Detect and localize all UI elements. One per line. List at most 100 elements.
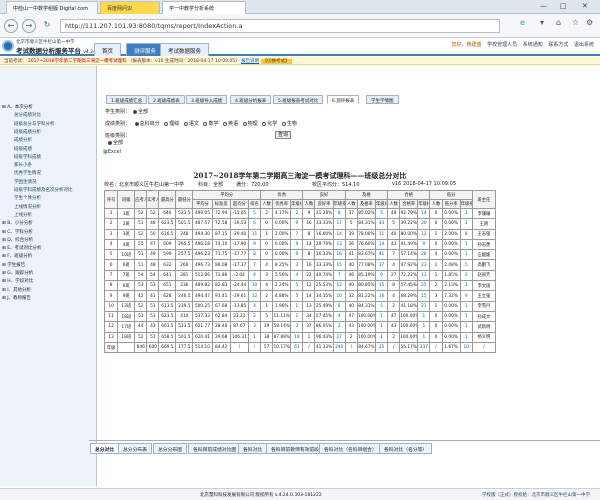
radio-icon[interactable] xyxy=(108,140,112,145)
report-notes-link[interactable]: 报告说明 xyxy=(241,59,259,64)
table-cell: 106.31 xyxy=(229,331,249,343)
home-icon[interactable]: ⌂ xyxy=(556,18,561,27)
ie-logo-icon[interactable]: e xyxy=(520,18,525,27)
subject-option[interactable]: 化学 xyxy=(267,121,277,127)
sidebar-item[interactable]: 学困生情况 xyxy=(14,179,37,185)
table-cell: 53 xyxy=(146,280,160,292)
subject-option[interactable]: 英语 xyxy=(228,121,238,127)
sidebar-item[interactable]: ⊞ C、学科分析 xyxy=(2,229,33,235)
header-cell: 人数 xyxy=(344,199,358,209)
sidebar-item[interactable]: 优秀学生情况 xyxy=(14,170,41,176)
subject-option[interactable]: 语文 xyxy=(189,121,199,127)
bottom-tab[interactable]: 总分分布图 xyxy=(153,443,187,454)
table-cell: 0.00% xyxy=(272,218,292,230)
sidebar-item[interactable]: 总分成绩对比 xyxy=(14,112,41,118)
radio-icon[interactable] xyxy=(262,121,267,126)
subject-option[interactable]: 数学 xyxy=(208,121,218,127)
radio-icon[interactable] xyxy=(242,121,247,126)
forward-icon[interactable]: → xyxy=(22,19,36,33)
report-tab-4[interactable]: 4.班级分析报表 xyxy=(230,95,272,104)
sidebar-item[interactable]: 成绩分析 xyxy=(14,137,32,143)
report-tab-2[interactable]: 2.班级成绩表 xyxy=(148,95,185,104)
bottom-tab[interactable]: 总分分布表 xyxy=(118,443,152,454)
sidebar-item[interactable]: ⊞ H、学段对比 xyxy=(2,278,33,284)
nav-tab-exam-data[interactable]: 考试数据服务 xyxy=(160,43,210,56)
nav-tab-assessment[interactable]: 测评服务 xyxy=(126,43,165,56)
chevron-down-icon[interactable]: ▾ xyxy=(540,18,544,27)
sidebar-item[interactable]: 上线分析 xyxy=(14,212,32,218)
sidebar-item[interactable]: 上线情况分析 xyxy=(14,204,41,210)
sidebar-item[interactable]: ⊞ D、综合分析 xyxy=(2,237,33,243)
sidebar-item[interactable]: 班级学科成绩 xyxy=(14,154,41,160)
query-button[interactable]: 查询 xyxy=(275,131,291,139)
radio-icon[interactable] xyxy=(203,121,208,126)
bottom-tab[interactable]: 各科对比 xyxy=(238,443,268,454)
current-exam-label: 当前考试： xyxy=(4,59,27,64)
radio-icon[interactable] xyxy=(183,121,188,126)
radio-icon[interactable] xyxy=(133,109,138,114)
sidebar-item[interactable]: ⊞ J、教师报告 xyxy=(2,295,31,301)
radio-icon[interactable] xyxy=(223,121,228,126)
browser-tab-badge[interactable]: 百度网问识 xyxy=(100,1,160,14)
sidebar-item[interactable]: ⊞ I、其他分析 xyxy=(2,287,31,293)
browser-tab[interactable]: 中检山一中数学组版 Digital com xyxy=(6,1,98,14)
minimize-icon[interactable]: — xyxy=(540,2,547,10)
table-cell: 76.60% xyxy=(356,238,376,251)
excel-export-button[interactable]: ▦Excel xyxy=(103,149,121,155)
report-tab-3[interactable]: 3.班级导入成绩 xyxy=(186,95,228,104)
sidebar-item-label: 总分成绩对比 xyxy=(14,113,41,119)
logout-link[interactable]: 退出系统 xyxy=(574,42,594,48)
star-icon[interactable]: ☆ xyxy=(572,18,579,27)
table-cell: 李珊珊 xyxy=(471,207,497,220)
table-cell: 623.5 xyxy=(158,218,177,230)
nav-tab-home[interactable]: 首页 xyxy=(94,43,122,56)
url-input[interactable]: http://111.207.101.93:8080/tqms/report/I… xyxy=(60,19,500,33)
subject-option[interactable]: 总科目分 xyxy=(140,121,160,127)
report-tab-5[interactable]: 5.班级报表考试对比 xyxy=(273,95,324,104)
subject-option[interactable]: 生物 xyxy=(287,121,297,127)
table-cell: 641 xyxy=(158,269,177,282)
table-cell: 4 xyxy=(260,259,274,271)
report-tab-6[interactable]: 6.测评报表 xyxy=(327,95,360,104)
maximize-icon[interactable]: □ xyxy=(560,2,567,10)
sidebar-item[interactable]: 家长小条 xyxy=(14,162,32,168)
sidebar-item[interactable]: ⊞ G、跟踪分析 xyxy=(2,270,33,276)
table-cell: 12 xyxy=(247,290,262,302)
table-cell: 1 xyxy=(260,300,274,312)
refresh-icon[interactable]: ↻ xyxy=(40,19,54,33)
gear-icon[interactable]: ⚙ xyxy=(586,18,593,27)
table-cell: 5 xyxy=(344,218,358,230)
sidebar-item-label: J、教师报告 xyxy=(7,295,32,301)
close-icon[interactable]: ✕ xyxy=(582,2,588,10)
radio-icon[interactable] xyxy=(281,121,286,126)
student-type-option[interactable]: 全部 xyxy=(138,109,148,115)
subject-option[interactable]: 理综 xyxy=(169,121,179,127)
report-tab-7[interactable]: 学生学情图 xyxy=(366,95,399,104)
bottom-tab[interactable]: 各科目前成绩对比图 xyxy=(188,443,242,454)
sidebar-item[interactable]: 班级成绩 xyxy=(14,146,32,152)
bottom-tab[interactable]: 各科对比（名分等） xyxy=(379,443,433,454)
switch-exam-button[interactable]: 【切换考试】 xyxy=(260,59,292,64)
browser-tab-active[interactable]: 学一中教学分析系统 xyxy=(162,1,246,14)
sidebar-item[interactable]: ⊞ 学生报告 xyxy=(2,262,25,268)
table-cell: 10 xyxy=(332,290,346,302)
bottom-tab[interactable]: 各科对比（名科目组合） xyxy=(319,443,382,454)
sidebar-item[interactable]: 班级总分与学科分析 xyxy=(14,121,55,127)
report-tab-1[interactable]: 1.班级成绩汇总 xyxy=(106,95,148,104)
sidebar-item[interactable]: ⊞ B、小分分析 xyxy=(2,220,33,226)
sidebar-item[interactable]: ⊞ F、班级分析 xyxy=(2,253,32,259)
sidebar-item[interactable]: 学生个体分析 xyxy=(14,195,41,201)
sidebar-item[interactable]: ⊞ A、本次分析 xyxy=(2,104,33,110)
radio-icon[interactable] xyxy=(164,121,169,126)
back-icon[interactable]: ← xyxy=(4,19,18,33)
sidebar-item[interactable]: 班级学科成绩及名次分析对比 xyxy=(14,187,73,193)
class-type-option[interactable]: 全部 xyxy=(113,140,123,146)
radio-icon[interactable] xyxy=(134,121,139,126)
sidebar-item[interactable]: ⊞ E、考试对比分析 xyxy=(2,245,42,251)
contact-link[interactable]: 联系方式 xyxy=(548,42,568,48)
table-cell: 87.15 xyxy=(211,228,231,240)
system-notice-link[interactable]: 系统通知 xyxy=(523,42,543,48)
sidebar-item[interactable]: 班级成绩分析 xyxy=(14,129,41,135)
bottom-tab[interactable]: 总分对比 xyxy=(90,443,120,454)
subject-option[interactable]: 物理 xyxy=(248,121,258,127)
